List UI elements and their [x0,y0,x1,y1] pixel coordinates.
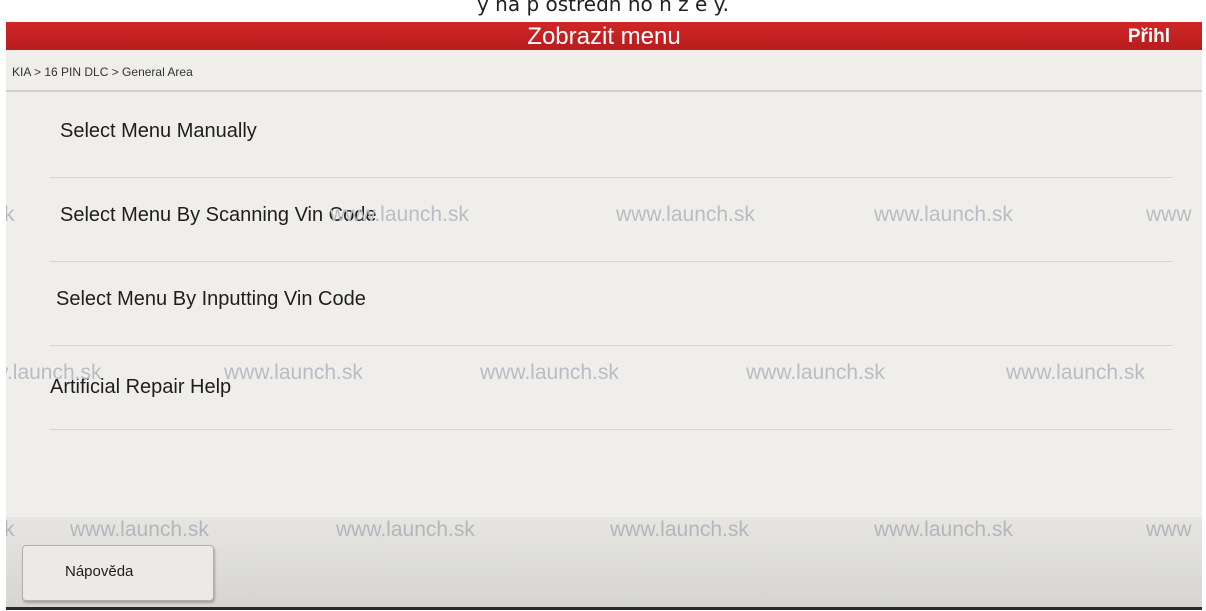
caption-text: y na p ostredn ho n z e y. [476,0,729,16]
menu-item-select-manually[interactable]: Select Menu Manually [6,94,1202,178]
menu-item-repair-help[interactable]: Artificial Repair Help [6,346,1202,430]
page-title: Zobrazit menu [527,23,681,50]
menu-item-scan-vin[interactable]: Select Menu By Scanning Vin Code [6,178,1202,262]
menu-item-label: Artificial Repair Help [50,376,232,398]
help-button[interactable]: Nápověda [22,545,214,601]
login-button[interactable]: Přihl [1128,22,1170,52]
breadcrumb-divider [6,90,1202,92]
menu-item-input-vin[interactable]: Select Menu By Inputting Vin Code [6,262,1202,346]
menu-item-label: Select Menu By Scanning Vin Code [60,204,377,226]
menu-divider [50,429,1172,430]
menu-item-label: Select Menu By Inputting Vin Code [56,288,366,310]
photo-caption: y na p ostredn ho n z e y. [0,0,1206,22]
title-bar: Zobrazit menu Přihl [6,22,1202,50]
menu-item-label: Select Menu Manually [60,120,257,142]
device-screen: Zobrazit menu Přihl KIA > 16 PIN DLC > G… [6,22,1202,610]
breadcrumb: KIA > 16 PIN DLC > General Area [12,65,193,79]
help-button-label: Nápověda [65,563,134,580]
